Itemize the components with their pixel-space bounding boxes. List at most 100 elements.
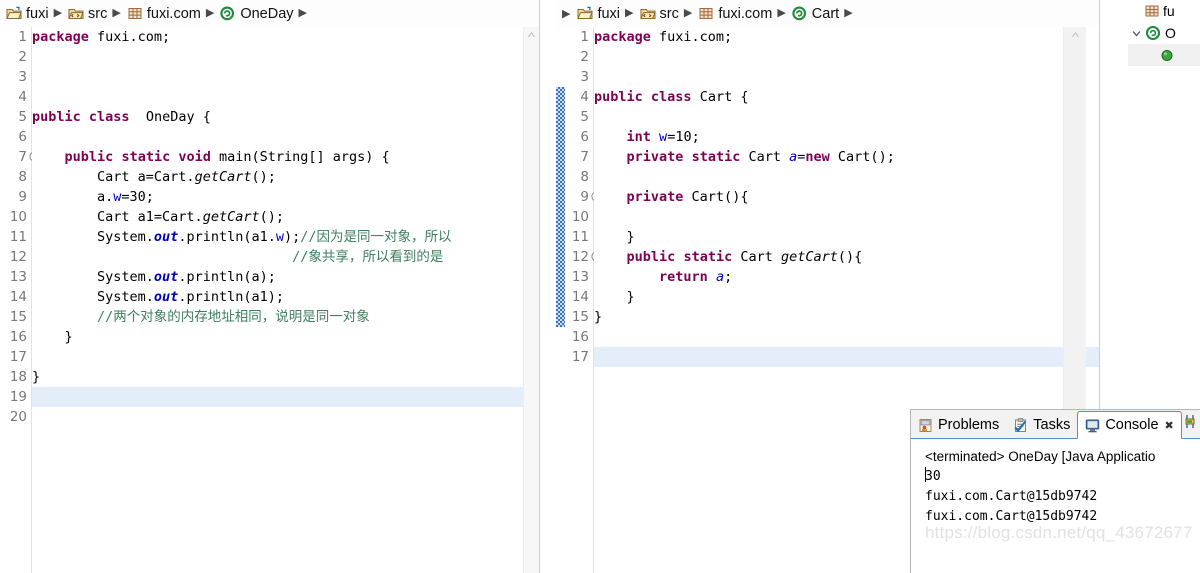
console-toolbar[interactable] (1184, 414, 1200, 429)
outline-view[interactable]: fu O (1128, 0, 1200, 120)
line-number: 13 (9, 269, 27, 285)
breadcrumb-label: fuxi (597, 5, 621, 22)
line-number: 4 (580, 89, 589, 105)
code-line[interactable] (594, 327, 1100, 347)
code-line[interactable] (594, 107, 1100, 127)
console-launch-header: <terminated> OneDay [Java Applicatio (925, 449, 1156, 464)
code-line[interactable]: public class Cart { (594, 87, 1100, 107)
tab-label: Tasks (1033, 417, 1071, 433)
line-number: 6 (18, 129, 27, 145)
console-tab-bar[interactable]: Problems Tasks Console ✖ (911, 410, 1200, 439)
code-line[interactable] (594, 47, 1100, 67)
code-line[interactable] (32, 87, 540, 107)
breadcrumb-label: src (88, 5, 108, 22)
code-line[interactable]: private Cart(){ (594, 187, 1100, 207)
code-line[interactable] (32, 67, 540, 87)
breadcrumb-separator-icon: ▶ (53, 7, 63, 19)
code-line[interactable] (32, 347, 540, 367)
line-number: 7 (580, 149, 589, 165)
code-line[interactable]: //象共享，所以看到的是 (32, 247, 540, 267)
line-number: 14 (9, 289, 27, 305)
code-line[interactable]: Cart a=Cart.getCart(); (32, 167, 540, 187)
breadcrumb-item-fuxi-com[interactable]: fuxi.com (696, 6, 774, 22)
code-line[interactable]: System.out.println(a); (32, 267, 540, 287)
console-view: Problems Tasks Console ✖ <terminated> OneDa… (910, 409, 1200, 573)
text-caret (925, 467, 926, 482)
project-folder-icon (577, 6, 594, 21)
breadcrumb-separator-icon: ▶ (205, 7, 215, 19)
breadcrumb-label: OneDay (240, 5, 294, 22)
console-output-area[interactable]: <terminated> OneDay [Java Applicatio 30 … (911, 439, 1200, 573)
breadcrumb-separator-icon: ▶ (683, 7, 693, 19)
code-line[interactable]: package fuxi.com; (594, 27, 1100, 47)
code-line[interactable]: public static Cart getCart(){ (594, 247, 1100, 267)
breadcrumb-label: Cart (811, 5, 840, 22)
console-toolbar-icon[interactable] (1184, 414, 1200, 429)
code-line[interactable] (594, 167, 1100, 187)
public-member-icon (1160, 48, 1176, 63)
code-line[interactable]: } (594, 287, 1100, 307)
tab-console[interactable]: Console ✖ (1077, 411, 1182, 439)
source-folder-icon (68, 6, 84, 21)
line-number: 13 (571, 269, 589, 285)
code-line[interactable]: private static Cart a=new Cart(); (594, 147, 1100, 167)
code-line[interactable]: a.w=30; (32, 187, 540, 207)
line-number: 10 (571, 209, 589, 225)
editor-area-left[interactable]: 1 2 3 4 5 6 7 8 9 10 11 12 13 14 15 16 17 18 19 20 package … (0, 27, 540, 573)
code-line[interactable] (32, 47, 540, 67)
problems-icon (918, 418, 934, 433)
breadcrumb-right[interactable]: ▶ fuxi ▶ src ▶ fuxi.com ▶ Cart ▶ (556, 0, 1100, 28)
code-lines[interactable]: package fuxi.com; public class OneDay { … (32, 27, 540, 427)
outline-package-label: fu (1163, 3, 1175, 19)
line-number: 3 (18, 69, 27, 85)
outline-row-member[interactable] (1128, 44, 1200, 66)
console-output-line: 30 (925, 469, 941, 484)
code-text-left[interactable]: package fuxi.com; public class OneDay { … (32, 27, 540, 573)
code-line[interactable]: return a; (594, 267, 1100, 287)
line-number: 12 (565, 247, 602, 267)
breadcrumb-item-fuxi[interactable]: fuxi (4, 6, 51, 22)
breadcrumb-item-fuxi-com[interactable]: fuxi.com (125, 6, 203, 22)
breadcrumb-item-fuxi[interactable]: fuxi (575, 6, 622, 22)
line-number: 20 (9, 409, 27, 425)
eclipse-ide-window: fuxi ▶ src ▶ fuxi.com ▶ OneDay ▶ 1 2 3 4 5 6 7 8 9 10 11 1… (0, 0, 1200, 573)
breadcrumb-overflow-arrow[interactable]: ▶ (560, 7, 575, 20)
breadcrumb-item-src[interactable]: src (638, 6, 681, 22)
breadcrumb-item-oneday[interactable]: OneDay (218, 6, 295, 22)
code-line[interactable]: } (32, 327, 540, 347)
code-line[interactable]: public class OneDay { (32, 107, 540, 127)
tab-problems[interactable]: Problems (911, 412, 1006, 438)
code-line[interactable]: } (32, 367, 540, 387)
code-line[interactable] (594, 207, 1100, 227)
code-line[interactable]: //两个对象的内存地址相同，说明是同一对象 (32, 307, 540, 327)
code-line[interactable] (594, 347, 1100, 367)
code-line[interactable] (32, 127, 540, 147)
breadcrumb-item-src[interactable]: src (66, 6, 109, 22)
line-number: 18 (9, 369, 27, 385)
code-line[interactable]: } (594, 227, 1100, 247)
code-line[interactable] (32, 407, 540, 427)
code-line[interactable] (32, 387, 540, 407)
line-number: 7 (9, 147, 40, 167)
code-line[interactable]: System.out.println(a1); (32, 287, 540, 307)
breadcrumb-separator-icon: ▶ (112, 7, 121, 19)
line-number: 1 (580, 29, 589, 45)
code-line[interactable]: System.out.println(a1.w);//因为是同一对象，所以 (32, 227, 540, 247)
tab-tasks[interactable]: Tasks (1006, 412, 1077, 438)
code-line[interactable] (594, 67, 1100, 87)
outline-row-package[interactable]: fu (1128, 0, 1200, 22)
outline-row-class[interactable]: O (1128, 22, 1200, 44)
breadcrumb-item-cart[interactable]: Cart (790, 6, 841, 22)
console-icon (1085, 418, 1101, 433)
line-number: 16 (571, 329, 589, 345)
code-line[interactable]: Cart a1=Cart.getCart(); (32, 207, 540, 227)
code-lines[interactable]: package fuxi.com; public class Cart { in… (594, 27, 1100, 367)
code-line[interactable]: package fuxi.com; (32, 27, 540, 47)
outline-class-label: O (1165, 25, 1176, 41)
code-line[interactable]: public static void main(String[] args) { (32, 147, 540, 167)
breadcrumb-left[interactable]: fuxi ▶ src ▶ fuxi.com ▶ OneDay ▶ (0, 0, 540, 28)
code-line[interactable]: int w=10; (594, 127, 1100, 147)
close-icon[interactable]: ✖ (1163, 419, 1174, 432)
code-line[interactable]: } (594, 307, 1100, 327)
chevron-down-icon[interactable] (1130, 30, 1143, 37)
